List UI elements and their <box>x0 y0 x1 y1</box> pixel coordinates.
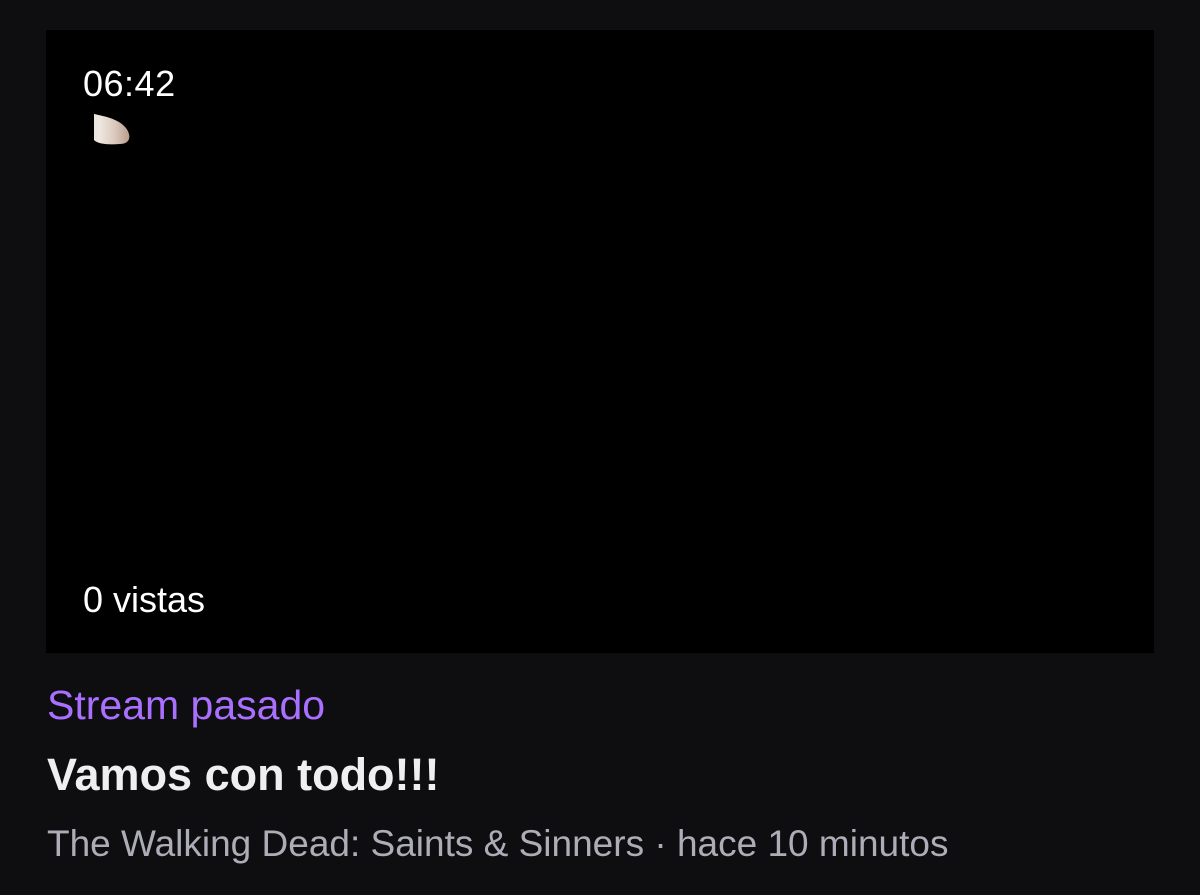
duration-badge: 06:42 <box>83 63 176 104</box>
stream-type-label[interactable]: Stream pasado <box>47 681 325 729</box>
time-ago: hace 10 minutos <box>676 823 949 864</box>
video-card: 06:42 0 vistas Stream pasado Vamos con t… <box>0 0 1200 895</box>
video-thumbnail[interactable]: 06:42 0 vistas <box>46 30 1154 653</box>
thumbnail-figure <box>94 114 130 145</box>
view-count: 0 vistas <box>83 579 206 620</box>
game-link[interactable]: The Walking Dead: Saints & Sinners <box>47 823 644 864</box>
meta-separator: · <box>644 823 677 864</box>
video-title[interactable]: Vamos con todo!!! <box>47 748 440 802</box>
video-meta: The Walking Dead: Saints & Sinners · hac… <box>47 821 948 867</box>
